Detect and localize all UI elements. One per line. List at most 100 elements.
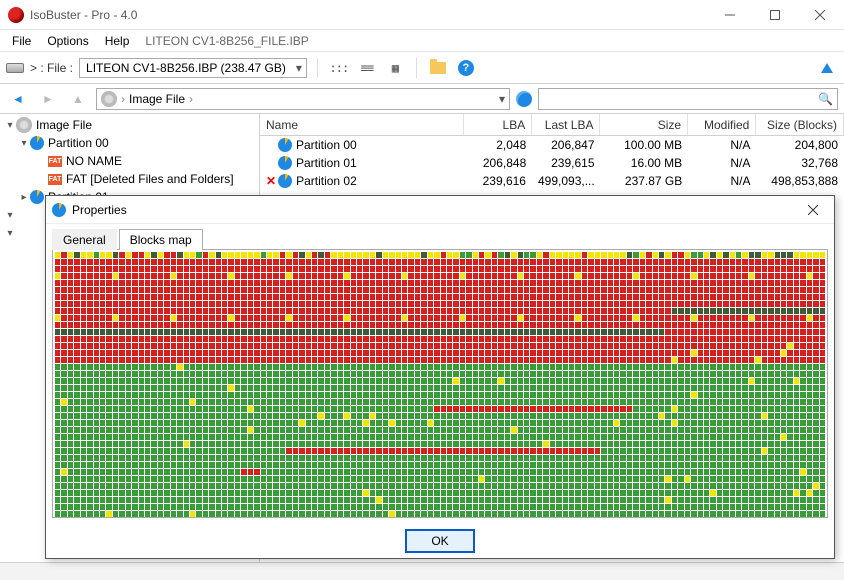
tree-label: Image File <box>36 118 92 132</box>
twisty-icon[interactable]: ▾ <box>18 138 30 149</box>
dialog-title-bar[interactable]: Properties <box>46 196 834 224</box>
tree-label: NO NAME <box>66 154 122 168</box>
col-lastlba[interactable]: Last LBA <box>532 114 600 135</box>
tree-noname[interactable]: FAT NO NAME <box>0 152 259 170</box>
cell-name: Partition 00 <box>296 138 357 152</box>
list-header: Name LBA Last LBA Size Modified Size (Bl… <box>260 114 844 136</box>
cell-blocks: 498,853,888 <box>756 174 844 188</box>
menu-help[interactable]: Help <box>97 32 138 50</box>
blocks-map[interactable] <box>55 252 825 515</box>
cell-size: 100.00 MB <box>601 138 689 152</box>
close-icon <box>815 10 825 20</box>
eject-icon <box>821 63 833 73</box>
close-button[interactable] <box>797 0 842 30</box>
tab-body <box>52 250 828 518</box>
file-dropdown[interactable]: LITEON CV1-8B256.IBP (238.47 GB) ▾ <box>79 58 307 78</box>
search-input[interactable]: 🔍 <box>538 88 838 110</box>
breadcrumb[interactable]: › Image File › ▾ <box>96 88 510 110</box>
fat-icon: FAT <box>48 156 62 167</box>
col-name[interactable]: Name <box>260 114 464 135</box>
title-bar: IsoBuster - Pro - 4.0 <box>0 0 844 30</box>
cell-lba: 239,616 <box>464 174 532 188</box>
partition-icon <box>52 203 66 217</box>
cell-lba: 206,848 <box>464 156 532 170</box>
view-details-button[interactable]: ≡≡ <box>356 58 378 78</box>
cell-name: Partition 01 <box>296 156 357 170</box>
eject-button[interactable] <box>816 58 838 78</box>
dialog-close-button[interactable] <box>798 199 828 221</box>
menu-options[interactable]: Options <box>39 32 96 50</box>
window-title: IsoBuster - Pro - 4.0 <box>30 8 707 22</box>
view-list-button[interactable]: ::: <box>328 58 350 78</box>
partition-icon <box>278 174 292 188</box>
open-folder-button[interactable] <box>427 58 449 78</box>
menu-bar: File Options Help LITEON CV1-8B256_FILE.… <box>0 30 844 52</box>
app-icon <box>8 7 24 23</box>
dialog-tabs: General Blocks map <box>52 228 828 250</box>
partition-icon <box>30 190 44 204</box>
nav-bar: ◄ ► ▲ › Image File › ▾ 🔍 <box>0 84 844 114</box>
cell-modified: N/A <box>688 174 756 188</box>
list-row[interactable]: Partition 002,048206,847100.00 MBN/A204,… <box>260 136 844 154</box>
refresh-icon[interactable] <box>516 91 532 107</box>
nav-up-button[interactable]: ▲ <box>66 88 90 110</box>
chevron-right-icon: › <box>121 92 125 106</box>
file-prefix: > : File : <box>30 61 73 75</box>
view-icons-button[interactable]: ▦ <box>384 58 406 78</box>
help-icon: ? <box>458 60 474 76</box>
tab-general[interactable]: General <box>52 229 117 250</box>
tree-label: FAT [Deleted Files and Folders] <box>66 172 234 186</box>
tab-blocks-map[interactable]: Blocks map <box>119 229 203 250</box>
col-lba[interactable]: LBA <box>464 114 532 135</box>
nav-back-button[interactable]: ◄ <box>6 88 30 110</box>
twisty-icon[interactable]: ▸ <box>18 192 30 203</box>
twisty-icon[interactable]: ▾ <box>4 120 16 131</box>
cell-lastlba: 206,847 <box>532 138 600 152</box>
dialog-title: Properties <box>72 203 798 217</box>
col-size[interactable]: Size <box>600 114 688 135</box>
disc-icon <box>16 117 32 133</box>
nav-forward-button[interactable]: ► <box>36 88 60 110</box>
partition-icon <box>30 136 44 150</box>
tree-fatdel[interactable]: FAT FAT [Deleted Files and Folders] <box>0 170 259 188</box>
tree-root[interactable]: ▾ Image File <box>0 116 259 134</box>
icons-view-icon: ▦ <box>392 61 398 75</box>
list-view-icon: ::: <box>330 61 349 75</box>
cell-size: 237.87 GB <box>601 174 689 188</box>
fat-deleted-icon: FAT <box>48 174 62 185</box>
dialog-button-bar: OK <box>46 524 834 558</box>
main-toolbar: > : File : LITEON CV1-8B256.IBP (238.47 … <box>0 52 844 84</box>
help-button[interactable]: ? <box>455 58 477 78</box>
cell-modified: N/A <box>688 156 756 170</box>
col-blocks[interactable]: Size (Blocks) <box>756 114 844 135</box>
chevron-down-icon[interactable]: ▾ <box>499 92 505 106</box>
cell-name: Partition 02 <box>296 174 357 188</box>
tree-part00[interactable]: ▾ Partition 00 <box>0 134 259 152</box>
col-modified[interactable]: Modified <box>688 114 756 135</box>
list-row[interactable]: Partition 01206,848239,61516.00 MBN/A32,… <box>260 154 844 172</box>
drive-icon <box>6 63 24 73</box>
breadcrumb-root[interactable]: Image File <box>129 92 185 106</box>
cell-blocks: 204,800 <box>756 138 844 152</box>
details-view-icon: ≡≡ <box>361 61 373 75</box>
properties-dialog: Properties General Blocks map OK <box>45 195 835 559</box>
disc-icon <box>101 91 117 107</box>
cell-lba: 2,048 <box>464 138 532 152</box>
twisty-icon[interactable]: ▾ <box>4 210 16 221</box>
file-dropdown-label: LITEON CV1-8B256.IBP (238.47 GB) <box>86 61 286 75</box>
error-icon: ✕ <box>266 174 276 188</box>
chevron-down-icon: ▾ <box>296 61 302 75</box>
twisty-icon[interactable]: ▾ <box>4 228 16 239</box>
list-row[interactable]: ✕Partition 02239,616499,093,...237.87 GB… <box>260 172 844 190</box>
partition-icon <box>278 138 292 152</box>
status-bar <box>0 562 844 580</box>
cell-size: 16.00 MB <box>601 156 689 170</box>
search-icon: 🔍 <box>818 92 833 106</box>
ok-button[interactable]: OK <box>405 529 475 553</box>
maximize-button[interactable] <box>752 0 797 30</box>
close-icon <box>808 205 818 215</box>
menu-file[interactable]: File <box>4 32 39 50</box>
folder-icon <box>430 62 446 74</box>
minimize-button[interactable] <box>707 0 752 30</box>
chevron-right-icon: › <box>189 92 193 106</box>
